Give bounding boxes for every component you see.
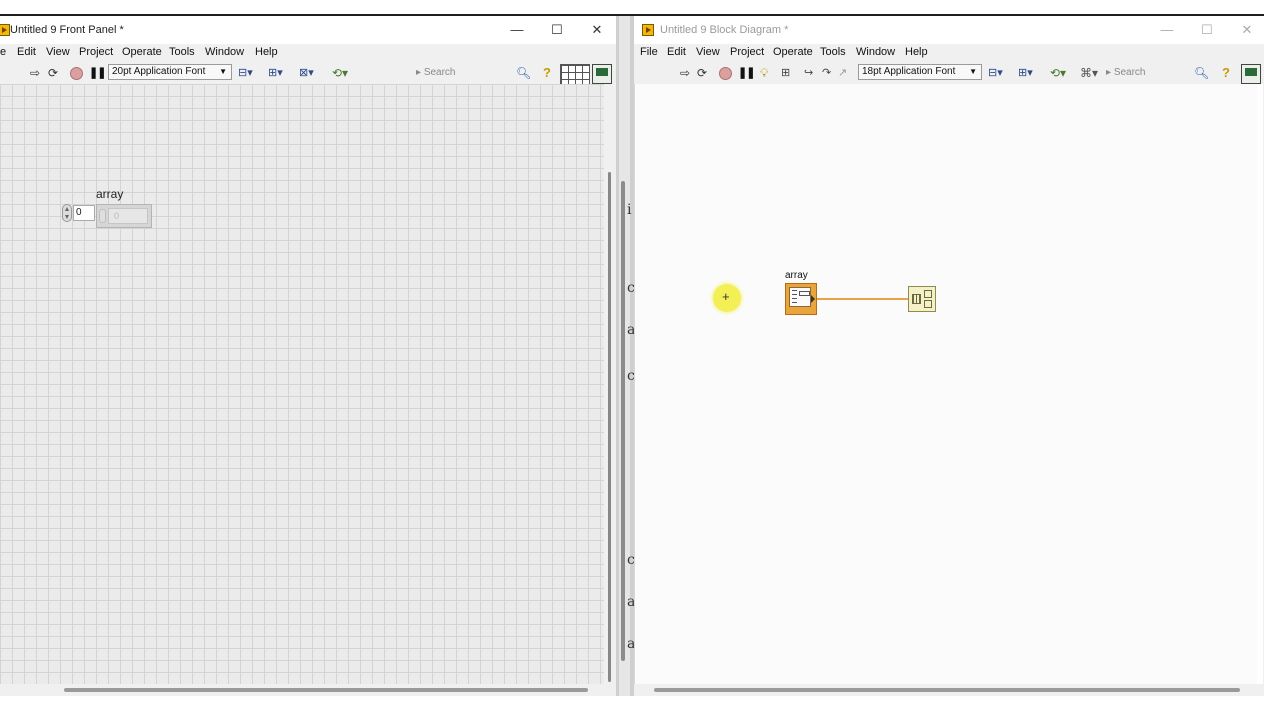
array-control-label: array (96, 187, 124, 201)
resize-objects-icon[interactable]: ⊠▾ (299, 65, 314, 81)
crosshair-icon: + (722, 289, 730, 304)
mouse-cursor-highlight: + (713, 284, 741, 312)
background-window-strip: i c a c c a a (616, 16, 635, 696)
menu-window[interactable]: Window (205, 46, 244, 58)
menu-file[interactable]: e (0, 46, 6, 58)
vertical-scrollbar[interactable] (1257, 84, 1263, 684)
horizontal-scrollbar[interactable] (654, 688, 1240, 692)
menu-view[interactable]: View (46, 46, 70, 58)
terminal-output-arrow-icon (811, 295, 815, 303)
search-icon[interactable]: 🔍︎ (1194, 65, 1209, 81)
pause-icon[interactable]: ❚❚ (738, 65, 755, 81)
run-continuously-icon[interactable]: ⟳ (48, 65, 58, 81)
reorder-icon[interactable]: ⟲▾ (332, 65, 348, 81)
array-element[interactable]: 0 (108, 208, 148, 224)
block-diagram-window: Untitled 9 Block Diagram * — ☐ ✕ File Ed… (634, 16, 1264, 696)
font-select[interactable]: 20pt Application Font ▼ (108, 64, 232, 80)
menu-help[interactable]: Help (905, 46, 928, 58)
menu-tools[interactable]: Tools (820, 46, 846, 58)
maximize-button[interactable]: ☐ (544, 20, 570, 40)
background-scrollbar (621, 181, 625, 661)
search-input[interactable]: ▸ Search (1106, 65, 1198, 80)
abort-execution-icon[interactable] (70, 67, 83, 80)
array-wire[interactable] (817, 298, 909, 300)
run-arrow-icon[interactable]: ⇨ (680, 65, 690, 81)
menu-tools[interactable]: Tools (169, 46, 195, 58)
array-terminal-label: array (785, 270, 808, 281)
search-icon[interactable]: 🔍︎ (516, 65, 531, 81)
array-grid-icon (912, 294, 921, 304)
menu-view[interactable]: View (696, 46, 720, 58)
menu-window[interactable]: Window (856, 46, 895, 58)
index-increment-arrows[interactable] (62, 204, 72, 222)
toolbar: ⇨ ⟳ ❚❚ 20pt Application Font ▼ ⊟▾ ⊞▾ ⊠▾ … (0, 62, 616, 92)
output-terminal-icon (924, 290, 932, 298)
menu-project[interactable]: Project (79, 46, 113, 58)
toolbar: ⇨ ⟳ ❚❚ 💡︎ ⊞ ↪ ↷ ↗ 18pt Application Font … (634, 62, 1264, 84)
maximize-button[interactable]: ☐ (1194, 20, 1220, 40)
window-title: Untitled 9 Block Diagram * (660, 24, 789, 36)
element-arrows (99, 209, 106, 223)
reorder-icon[interactable]: ⟲▾ (1050, 65, 1066, 81)
menu-help[interactable]: Help (255, 46, 278, 58)
menu-project[interactable]: Project (730, 46, 764, 58)
horizontal-scrollbar[interactable] (64, 688, 588, 692)
font-select[interactable]: 18pt Application Font ▼ (858, 64, 982, 80)
step-over-icon[interactable]: ↷ (822, 65, 831, 81)
block-diagram-titlebar[interactable]: Untitled 9 Block Diagram * — ☐ ✕ (634, 16, 1264, 44)
menu-file[interactable]: File (640, 46, 658, 58)
menu-edit[interactable]: Edit (667, 46, 686, 58)
labview-app-icon (642, 24, 654, 36)
highlight-execution-icon[interactable]: 💡︎ (760, 65, 768, 81)
labview-app-icon (0, 24, 10, 36)
front-panel-titlebar[interactable]: Untitled 9 Front Panel * — ☐ ✕ (0, 16, 616, 44)
close-button[interactable]: ✕ (1234, 20, 1260, 40)
front-panel-canvas[interactable]: array 0 0 (0, 84, 604, 684)
search-input[interactable]: ▸ Search (416, 65, 516, 80)
context-help-icon[interactable]: ? (1222, 65, 1230, 81)
abort-execution-icon[interactable] (719, 67, 732, 80)
font-select-label: 18pt Application Font (862, 66, 956, 77)
menu-operate[interactable]: Operate (122, 46, 162, 58)
run-arrow-icon[interactable]: ⇨ (30, 65, 40, 81)
minimize-button[interactable]: — (1154, 20, 1180, 40)
array-function-node[interactable] (908, 286, 936, 312)
font-select-label: 20pt Application Font (112, 66, 206, 77)
front-panel-window: Untitled 9 Front Panel * — ☐ ✕ e Edit Vi… (0, 16, 616, 696)
align-objects-icon[interactable]: ⊟▾ (238, 65, 253, 81)
search-placeholder: Search (423, 67, 456, 78)
retain-wire-values-icon[interactable]: ⊞ (781, 65, 790, 81)
output-terminal-icon (924, 300, 932, 308)
run-continuously-icon[interactable]: ⟳ (697, 65, 707, 81)
close-button[interactable]: ✕ (584, 20, 610, 40)
block-diagram-canvas[interactable]: + array (634, 84, 1257, 684)
minimize-button[interactable]: — (504, 20, 530, 40)
array-frame[interactable]: 0 (96, 204, 152, 228)
chevron-down-icon: ▼ (219, 67, 227, 76)
chevron-down-icon: ▼ (969, 67, 977, 76)
distribute-objects-icon[interactable]: ⊞▾ (1018, 65, 1033, 81)
index-display[interactable]: 0 (73, 205, 95, 221)
menu-bar: File Edit View Project Operate Tools Win… (634, 44, 1264, 62)
background-text-fragment: i (627, 202, 632, 218)
scrollbar-thumb[interactable] (608, 172, 611, 682)
vertical-scrollbar[interactable] (606, 84, 612, 684)
align-objects-icon[interactable]: ⊟▾ (988, 65, 1003, 81)
menu-bar: e Edit View Project Operate Tools Window… (0, 44, 616, 62)
window-title: Untitled 9 Front Panel * (10, 24, 124, 36)
pause-icon[interactable]: ❚❚ (89, 65, 106, 81)
clean-up-diagram-icon[interactable]: ⌘▾ (1080, 65, 1098, 81)
distribute-objects-icon[interactable]: ⊞▾ (268, 65, 283, 81)
search-placeholder: Search (1113, 67, 1146, 78)
context-help-icon[interactable]: ? (543, 65, 551, 81)
step-out-icon[interactable]: ↗ (838, 65, 847, 81)
menu-edit[interactable]: Edit (17, 46, 36, 58)
array-control-terminal[interactable] (785, 283, 817, 315)
array-terminal-glyph (789, 287, 811, 307)
menu-operate[interactable]: Operate (773, 46, 813, 58)
vi-icon[interactable] (1241, 64, 1261, 84)
step-into-icon[interactable]: ↪ (804, 65, 813, 81)
